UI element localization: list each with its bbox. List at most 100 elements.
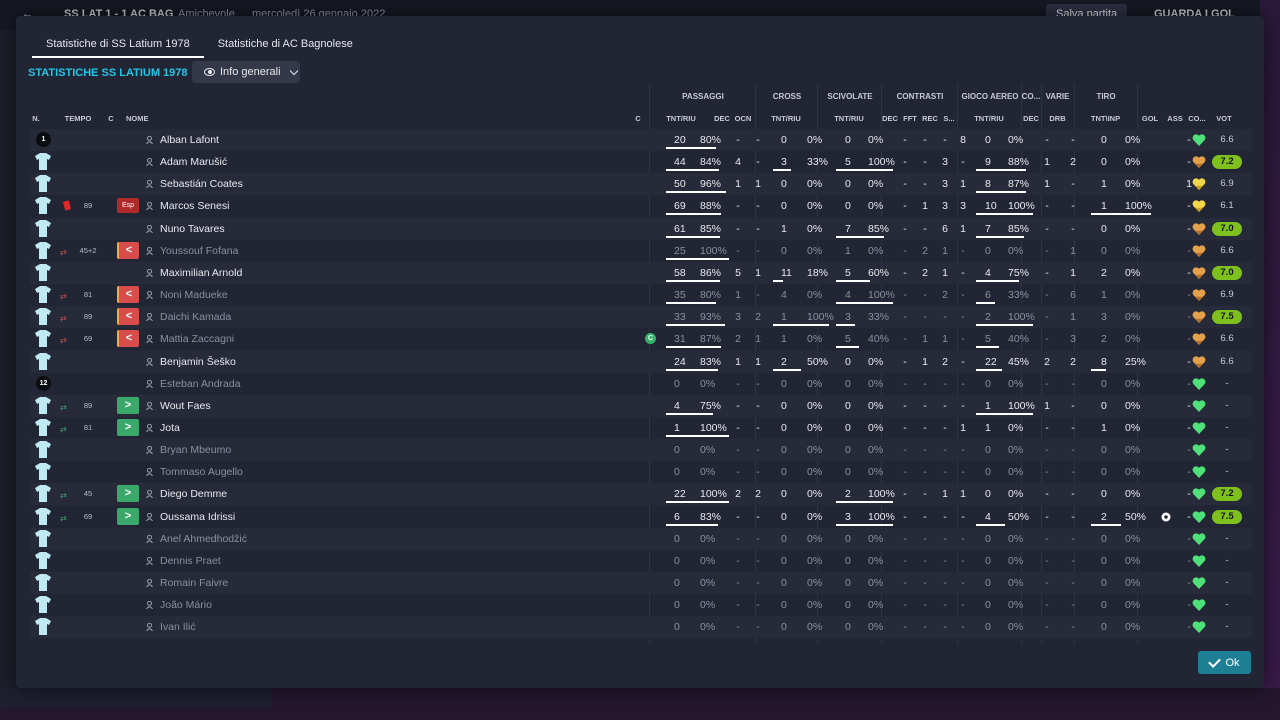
table-row[interactable]: João Mário 0 0% - -0 0% 0 0% - - - -0 0% - -0 0% - - bbox=[30, 594, 1252, 616]
table-row[interactable]: ⇄ 69 > Oussama Idrissi 6 83% - -0 0% 3 100% - - - -4 50… bbox=[30, 506, 1252, 528]
column-header-contr-fft[interactable]: FFT bbox=[901, 114, 919, 123]
player-profile-icon[interactable] bbox=[146, 446, 153, 454]
table-row[interactable]: Benjamin Šeško 24 83% 1 1 2 50% 0 0% -1 2-22 45% 2 2 8… bbox=[30, 351, 1252, 373]
player-profile-icon[interactable] bbox=[146, 601, 153, 609]
player-name[interactable]: Marcos Senesi bbox=[160, 195, 229, 217]
table-row[interactable]: ⇄ 45 > Diego Demme 22 100% 2 2 0 0% 2 100% - -1 1 0 0% - -… bbox=[30, 483, 1252, 505]
column-header-aereo-tnt[interactable]: TNT/RIU bbox=[964, 114, 1014, 123]
player-name[interactable]: Noni Madueke bbox=[160, 284, 228, 306]
player-name[interactable]: Jota bbox=[160, 417, 180, 439]
player-profile-icon[interactable] bbox=[146, 225, 153, 233]
subbed-off-button[interactable]: < bbox=[117, 330, 139, 347]
column-header-vot[interactable]: VOT bbox=[1211, 114, 1237, 123]
table-row[interactable]: ⇄ 89 < Daichi Kamada 33 93% 3 2 1 100% 3 33% - - - -2 10… bbox=[30, 306, 1252, 328]
table-row[interactable]: Romain Faivre 0 0% - -0 0% 0 0% - - - -0 0% - -0 0% - - bbox=[30, 572, 1252, 594]
player-name[interactable]: Esteban Andrada bbox=[160, 373, 241, 395]
player-profile-icon[interactable] bbox=[146, 335, 153, 343]
subbed-on-button[interactable]: > bbox=[117, 397, 139, 414]
table-row[interactable]: Sebastián Coates 50 96% 1 1 0 0% 0 0% - -3 1 8 87% 1-1… bbox=[30, 173, 1252, 195]
table-row[interactable]: ⇄ 81 > Jota 1 100% - -0 0% 0 0% - - -1 1 0% - -1 0% - - bbox=[30, 417, 1252, 439]
table-row[interactable]: Tommaso Augello 0 0% - -0 0% 0 0% - - - -0 0% - -0 0% - - bbox=[30, 461, 1252, 483]
player-name[interactable]: Wout Faes bbox=[160, 395, 211, 417]
column-header-varie-drb[interactable]: DRB bbox=[1045, 114, 1070, 123]
column-header-n[interactable]: N. bbox=[26, 114, 46, 123]
subbed-off-button[interactable]: < bbox=[117, 286, 139, 303]
player-profile-icon[interactable] bbox=[146, 490, 153, 498]
table-row[interactable]: Adam Marušić 44 84% 4-3 33% 5 100% - -3-9 88% 1 2 0 0… bbox=[30, 151, 1252, 173]
column-header-nome[interactable]: NOME bbox=[126, 114, 166, 123]
player-profile-icon[interactable] bbox=[146, 380, 153, 388]
player-profile-icon[interactable] bbox=[146, 513, 153, 521]
table-row[interactable]: Bryan Mbeumo 0 0% - -0 0% 0 0% - - - -0 0% - -0 0% - - bbox=[30, 439, 1252, 461]
table-row[interactable]: 1 Alban Lafont 20 80% - -0 0% 0 0% - - -8 0 0% - -0 0% -6… bbox=[30, 129, 1252, 151]
player-profile-icon[interactable] bbox=[146, 158, 153, 166]
player-name[interactable]: Ivan Ilić bbox=[160, 616, 196, 638]
player-name[interactable]: Nuno Tavares bbox=[160, 218, 225, 240]
player-name[interactable]: Daichi Kamada bbox=[160, 306, 231, 328]
column-header-sciv-tnt[interactable]: TNT/RIU bbox=[824, 114, 874, 123]
table-row[interactable]: Anel Ahmedhodžić 0 0% - - 0 0% 0 0% - - - - 0 0% - - 0 0% -… bbox=[30, 528, 1252, 550]
player-profile-icon[interactable] bbox=[146, 269, 153, 277]
player-profile-icon[interactable] bbox=[146, 247, 153, 255]
column-header-pass-dec[interactable]: DEC bbox=[711, 114, 733, 123]
player-name[interactable]: Alban Lafont bbox=[160, 129, 219, 151]
player-name[interactable]: Mattia Zaccagni bbox=[160, 328, 234, 350]
player-profile-icon[interactable] bbox=[146, 579, 153, 587]
player-name[interactable]: Adam Marušić bbox=[160, 151, 227, 173]
table-row[interactable]: 12 Esteban Andrada 0 0% - - 0 0% 0 0% - - - - 0 0% - - 0 0%… bbox=[30, 373, 1252, 395]
table-row[interactable]: ⇄ 89 > Wout Faes 4 75% - -0 0% 0 0% - - - -1 100% 1-0 0% -… bbox=[30, 395, 1252, 417]
subbed-off-button[interactable]: < bbox=[117, 242, 139, 259]
table-row[interactable]: ⇄ 81 < Noni Madueke 35 80% 1-4 0% 4 100% - -2-6 33% -… bbox=[30, 284, 1252, 306]
player-name[interactable]: Tommaso Augello bbox=[160, 461, 243, 483]
player-name[interactable]: Maximilian Arnold bbox=[160, 262, 242, 284]
ok-button[interactable]: Ok bbox=[1198, 651, 1251, 674]
column-header-c[interactable]: C bbox=[104, 114, 118, 123]
player-name[interactable]: Youssouf Fofana bbox=[160, 240, 238, 262]
player-name[interactable]: Benjamin Šeško bbox=[160, 351, 236, 373]
player-profile-icon[interactable] bbox=[146, 468, 153, 476]
player-name[interactable]: Romain Faivre bbox=[160, 572, 228, 594]
table-row[interactable]: Ivan Ilić 0 0% - -0 0% 0 0% - - - -0 0% - -0 0% - - bbox=[30, 616, 1252, 638]
column-header-ass[interactable]: ASS bbox=[1165, 114, 1185, 123]
player-name[interactable]: Dennis Praet bbox=[160, 550, 221, 572]
player-profile-icon[interactable] bbox=[146, 136, 153, 144]
player-profile-icon[interactable] bbox=[146, 291, 153, 299]
column-header-gol[interactable]: GOL bbox=[1140, 114, 1160, 123]
column-header-contr-s[interactable]: S... bbox=[940, 114, 958, 123]
player-name[interactable]: Bryan Mbeumo bbox=[160, 439, 231, 461]
column-header-co-dec[interactable]: DEC bbox=[1021, 114, 1041, 123]
player-profile-icon[interactable] bbox=[146, 623, 153, 631]
player-profile-icon[interactable] bbox=[146, 202, 153, 210]
column-header-c2[interactable]: C bbox=[632, 114, 644, 123]
subbed-on-button[interactable]: > bbox=[117, 419, 139, 436]
player-profile-icon[interactable] bbox=[146, 424, 153, 432]
player-profile-icon[interactable] bbox=[146, 557, 153, 565]
column-header-contr-rec[interactable]: REC bbox=[920, 114, 940, 123]
player-name[interactable]: Diego Demme bbox=[160, 483, 227, 505]
subbed-off-button[interactable]: < bbox=[117, 308, 139, 325]
table-row[interactable]: Maximilian Arnold 58 86% 5 1 11 18% 5 60% -2 1-4 75… bbox=[30, 262, 1252, 284]
player-name[interactable]: Anel Ahmedhodžić bbox=[160, 528, 247, 550]
player-profile-icon[interactable] bbox=[146, 313, 153, 321]
column-header-pass-ocn[interactable]: OCN bbox=[733, 114, 753, 123]
column-header-tiro-tnt[interactable]: TNT\INP bbox=[1083, 114, 1128, 123]
player-profile-icon[interactable] bbox=[146, 180, 153, 188]
column-header-cross-tnt[interactable]: TNT/RIU bbox=[761, 114, 811, 123]
subbed-on-button[interactable]: > bbox=[117, 485, 139, 502]
column-header-tempo[interactable]: TEMPO bbox=[60, 114, 96, 123]
player-profile-icon[interactable] bbox=[146, 535, 153, 543]
column-header-contr-dec[interactable]: DEC bbox=[882, 114, 898, 123]
subbed-on-button[interactable]: > bbox=[117, 508, 139, 525]
table-row[interactable]: 89 Esp Marcos Senesi 69 88% - -0 0% 0 0% -1 3 3 10 100… bbox=[30, 195, 1252, 217]
table-row[interactable]: Nuno Tavares 61 85% - -1 0% 7 85% - -6 1 7 85% - -0 0% -… bbox=[30, 218, 1252, 240]
player-name[interactable]: Sebastián Coates bbox=[160, 173, 243, 195]
column-header-cond[interactable]: CO... bbox=[1186, 114, 1208, 123]
column-header-pass-tnt[interactable]: TNT/RIU bbox=[656, 114, 706, 123]
player-profile-icon[interactable] bbox=[146, 402, 153, 410]
player-profile-icon[interactable] bbox=[146, 358, 153, 366]
table-row[interactable]: Dennis Praet 0 0% - -0 0% 0 0% - - - -0 0% - -0 0% - - bbox=[30, 550, 1252, 572]
player-name[interactable]: Oussama Idrissi bbox=[160, 506, 235, 528]
player-name[interactable]: João Mário bbox=[160, 594, 212, 616]
table-row[interactable]: ⇄ 45+2 < Youssouf Fofana 25 100% - -0 0% 1 0% -2 1-0… bbox=[30, 240, 1252, 262]
table-row[interactable]: ⇄ 69 < Mattia Zaccagni C 31 87% 2 1 1 0% 5 40% -1 1-5 4… bbox=[30, 328, 1252, 350]
